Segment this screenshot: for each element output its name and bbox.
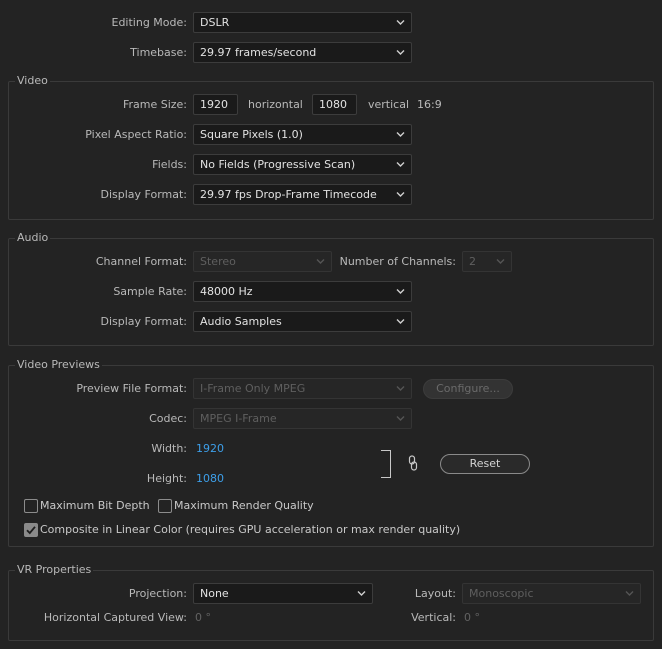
chevron-down-icon [396, 19, 405, 26]
pixel-aspect-ratio-dropdown[interactable]: Square Pixels (1.0) [193, 124, 412, 145]
sample-rate-value: 48000 Hz [200, 285, 253, 298]
chevron-down-icon [396, 385, 405, 392]
fields-label: Fields: [152, 158, 187, 171]
projection-dropdown[interactable]: None [193, 583, 373, 604]
pixel-aspect-ratio-label: Pixel Aspect Ratio: [85, 128, 187, 141]
preview-file-format-label: Preview File Format: [76, 382, 187, 395]
vr-vertical-value: 0 ° [464, 611, 480, 624]
horizontal-label: horizontal [248, 98, 303, 111]
layout-dropdown[interactable]: Monoscopic [462, 583, 641, 604]
chevron-down-icon [396, 49, 405, 56]
preview-height-value[interactable]: 1080 [196, 472, 224, 486]
link-icon[interactable] [408, 455, 418, 471]
preview-file-format-value: I-Frame Only MPEG [200, 382, 306, 395]
max-render-quality-label: Maximum Render Quality [174, 499, 314, 512]
preview-file-format-dropdown[interactable]: I-Frame Only MPEG [193, 378, 412, 399]
linear-color-label: Composite in Linear Color (requires GPU … [40, 523, 461, 536]
frame-size-label: Frame Size: [122, 98, 187, 111]
chevron-down-icon [357, 590, 366, 597]
timebase-dropdown[interactable]: 29.97 frames/second [193, 42, 412, 63]
number-of-channels-dropdown[interactable]: 2 [462, 251, 512, 272]
reset-button[interactable]: Reset [440, 454, 530, 474]
vr-properties-group [8, 570, 654, 641]
preview-width-label: Width: [151, 442, 187, 455]
audio-group-title: Audio [15, 231, 51, 245]
fields-value: No Fields (Progressive Scan) [200, 158, 356, 171]
preview-height-label: Height: [146, 472, 187, 485]
audio-display-format-label: Display Format: [100, 315, 187, 328]
video-display-format-value: 29.97 fps Drop-Frame Timecode [200, 188, 377, 201]
layout-label: Layout: [414, 587, 456, 600]
layout-value: Monoscopic [469, 587, 534, 600]
fields-dropdown[interactable]: No Fields (Progressive Scan) [193, 154, 412, 175]
aspect-ratio-text: 16:9 [417, 98, 442, 111]
chevron-down-icon [396, 191, 405, 198]
editing-mode-label: Editing Mode: [111, 16, 188, 29]
number-of-channels-value: 2 [469, 255, 476, 268]
horizontal-captured-view-value: 0 ° [195, 611, 211, 624]
chevron-down-icon [396, 288, 405, 295]
channel-format-value: Stereo [200, 255, 236, 268]
video-group-title: Video [15, 74, 50, 88]
chevron-down-icon [496, 258, 505, 265]
frame-height-field[interactable]: 1080 [312, 94, 357, 115]
linear-color-checkbox[interactable] [24, 523, 38, 537]
pixel-aspect-ratio-value: Square Pixels (1.0) [200, 128, 303, 141]
channel-format-label: Channel Format: [95, 255, 187, 268]
chevron-down-icon [396, 131, 405, 138]
codec-value: MPEG I-Frame [200, 412, 277, 425]
video-display-format-dropdown[interactable]: 29.97 fps Drop-Frame Timecode [193, 184, 412, 205]
editing-mode-dropdown[interactable]: DSLR [193, 12, 412, 33]
projection-label: Projection: [128, 587, 187, 600]
chevron-down-icon [396, 161, 405, 168]
projection-value: None [200, 587, 229, 600]
link-bracket [381, 450, 391, 478]
chevron-down-icon [396, 318, 405, 325]
timebase-label: Timebase: [130, 46, 187, 59]
audio-display-format-value: Audio Samples [200, 315, 282, 328]
audio-display-format-dropdown[interactable]: Audio Samples [193, 311, 412, 332]
preview-width-value[interactable]: 1920 [196, 442, 224, 456]
chevron-down-icon [625, 590, 634, 597]
editing-mode-value: DSLR [200, 16, 230, 29]
timebase-value: 29.97 frames/second [200, 46, 317, 59]
codec-dropdown[interactable]: MPEG I-Frame [193, 408, 412, 429]
max-render-quality-checkbox[interactable] [158, 499, 172, 513]
number-of-channels-label: Number of Channels: [339, 255, 456, 268]
sample-rate-label: Sample Rate: [113, 285, 187, 298]
video-previews-group-title: Video Previews [15, 358, 102, 372]
sample-rate-dropdown[interactable]: 48000 Hz [193, 281, 412, 302]
vertical-label: vertical [368, 98, 410, 111]
max-bit-depth-checkbox[interactable] [24, 499, 38, 513]
chevron-down-icon [316, 258, 325, 265]
video-display-format-label: Display Format: [100, 188, 187, 201]
vr-properties-group-title: VR Properties [15, 563, 94, 577]
chevron-down-icon [396, 415, 405, 422]
codec-label: Codec: [149, 412, 187, 425]
vr-vertical-label: Vertical: [411, 611, 456, 624]
horizontal-captured-view-label: Horizontal Captured View: [43, 611, 187, 624]
configure-button[interactable]: Configure... [423, 379, 513, 399]
checkmark-icon [26, 526, 36, 535]
channel-format-dropdown[interactable]: Stereo [193, 251, 332, 272]
frame-width-field[interactable]: 1920 [193, 94, 238, 115]
max-bit-depth-label: Maximum Bit Depth [40, 499, 150, 512]
